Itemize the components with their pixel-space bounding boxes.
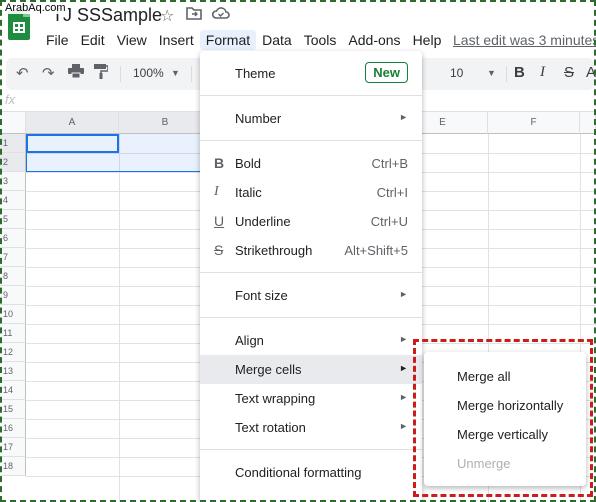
row-header-13[interactable]: 13 xyxy=(0,362,26,381)
menu-data[interactable]: Data xyxy=(256,30,298,50)
menu-item-strikethrough[interactable]: S Strikethrough Alt+Shift+5 xyxy=(200,236,422,265)
row-header-6[interactable]: 6 xyxy=(0,229,26,248)
menu-file[interactable]: File xyxy=(40,30,75,50)
submenu-arrow-icon: ► xyxy=(399,392,408,402)
menu-insert[interactable]: Insert xyxy=(153,30,200,50)
row-header-1[interactable]: 1 xyxy=(0,134,26,153)
paint-format-icon[interactable] xyxy=(94,64,109,83)
undo-icon[interactable]: ↶ xyxy=(16,64,29,82)
submenu-arrow-icon: ► xyxy=(399,289,408,299)
underline-icon: U xyxy=(214,213,225,229)
menu-format[interactable]: Format xyxy=(199,30,257,50)
menu-help[interactable]: Help xyxy=(407,30,448,50)
row-header-12[interactable]: 12 xyxy=(0,343,26,362)
submenu-arrow-icon: ► xyxy=(399,363,408,373)
bold-icon[interactable]: B xyxy=(514,64,525,81)
row-header-17[interactable]: 17 xyxy=(0,438,26,457)
menu-view[interactable]: View xyxy=(111,30,153,50)
move-folder-icon[interactable] xyxy=(186,6,202,25)
format-menu: Theme New Number ► B Bold Ctrl+B I Itali… xyxy=(200,51,422,502)
row-header-15[interactable]: 15 xyxy=(0,400,26,419)
toolbar-divider xyxy=(191,66,192,82)
row-header-5[interactable]: 5 xyxy=(0,210,26,229)
row-header-16[interactable]: 16 xyxy=(0,419,26,438)
font-size-dropdown-icon[interactable]: ▼ xyxy=(487,68,496,78)
sheets-logo-icon[interactable] xyxy=(8,10,30,40)
watermark: ArabAq.com xyxy=(3,2,68,14)
italic-icon: I xyxy=(214,184,219,199)
row-header-3[interactable]: 3 xyxy=(0,172,26,191)
fx-icon: fx xyxy=(5,92,16,107)
font-size-select[interactable]: 10 xyxy=(450,66,463,80)
menu-item-italic[interactable]: I Italic Ctrl+I xyxy=(200,178,422,207)
submenu-arrow-icon: ► xyxy=(399,334,408,344)
italic-icon[interactable]: I xyxy=(540,64,545,81)
select-all-corner[interactable] xyxy=(0,112,26,134)
redo-icon[interactable]: ↷ xyxy=(42,64,55,82)
active-cell[interactable] xyxy=(26,134,119,153)
document-title[interactable]: TJ SSSample xyxy=(52,5,162,26)
column-header-g[interactable] xyxy=(580,112,596,134)
menu-bar: File Edit View Insert Format Data Tools … xyxy=(40,30,447,50)
star-icon[interactable]: ☆ xyxy=(160,6,174,26)
row-header-9[interactable]: 9 xyxy=(0,286,26,305)
menu-item-conditional-formatting[interactable]: Conditional formatting xyxy=(200,458,422,487)
strikethrough-icon[interactable]: S xyxy=(564,64,574,81)
toolbar-divider xyxy=(120,66,121,82)
submenu-arrow-icon: ► xyxy=(399,112,408,122)
menu-item-align[interactable]: Align ► xyxy=(200,326,422,355)
row-header-11[interactable]: 11 xyxy=(0,324,26,343)
menu-item-underline[interactable]: U Underline Ctrl+U xyxy=(200,207,422,236)
zoom-dropdown-icon[interactable]: ▼ xyxy=(171,68,180,78)
annotation-highlight-box xyxy=(413,339,593,497)
menu-item-bold[interactable]: B Bold Ctrl+B xyxy=(200,149,422,178)
row-header-18[interactable]: 18 xyxy=(0,457,26,476)
menu-item-text-rotation[interactable]: Text rotation ► xyxy=(200,413,422,442)
menu-item-merge-cells[interactable]: Merge cells ► xyxy=(200,355,422,384)
menu-item-font-size[interactable]: Font size ► xyxy=(200,281,422,310)
cloud-status-icon[interactable] xyxy=(211,6,230,25)
row-header-2[interactable]: 2 xyxy=(0,153,26,172)
new-badge: New xyxy=(365,62,408,83)
menu-item-number[interactable]: Number ► xyxy=(200,104,422,133)
zoom-select[interactable]: 100% xyxy=(133,66,164,80)
column-header-b[interactable]: B xyxy=(119,112,212,134)
menu-item-text-wrapping[interactable]: Text wrapping ► xyxy=(200,384,422,413)
row-header-8[interactable]: 8 xyxy=(0,267,26,286)
row-header-10[interactable]: 10 xyxy=(0,305,26,324)
menu-addons[interactable]: Add-ons xyxy=(342,30,406,50)
toolbar-divider xyxy=(506,66,507,82)
row-header-4[interactable]: 4 xyxy=(0,191,26,210)
bold-icon: B xyxy=(214,155,225,171)
menu-item-theme[interactable]: Theme New xyxy=(200,59,422,88)
text-color-icon[interactable]: A xyxy=(586,64,596,81)
submenu-arrow-icon: ► xyxy=(399,421,408,431)
row-header-7[interactable]: 7 xyxy=(0,248,26,267)
menu-edit[interactable]: Edit xyxy=(75,30,111,50)
last-edit-link[interactable]: Last edit was 3 minutes a xyxy=(453,32,596,48)
column-header-a[interactable]: A xyxy=(26,112,119,134)
menu-tools[interactable]: Tools xyxy=(298,30,343,50)
row-header-14[interactable]: 14 xyxy=(0,381,26,400)
strikethrough-icon: S xyxy=(214,242,224,258)
print-icon[interactable] xyxy=(68,64,84,82)
column-header-f[interactable]: F xyxy=(488,112,580,134)
